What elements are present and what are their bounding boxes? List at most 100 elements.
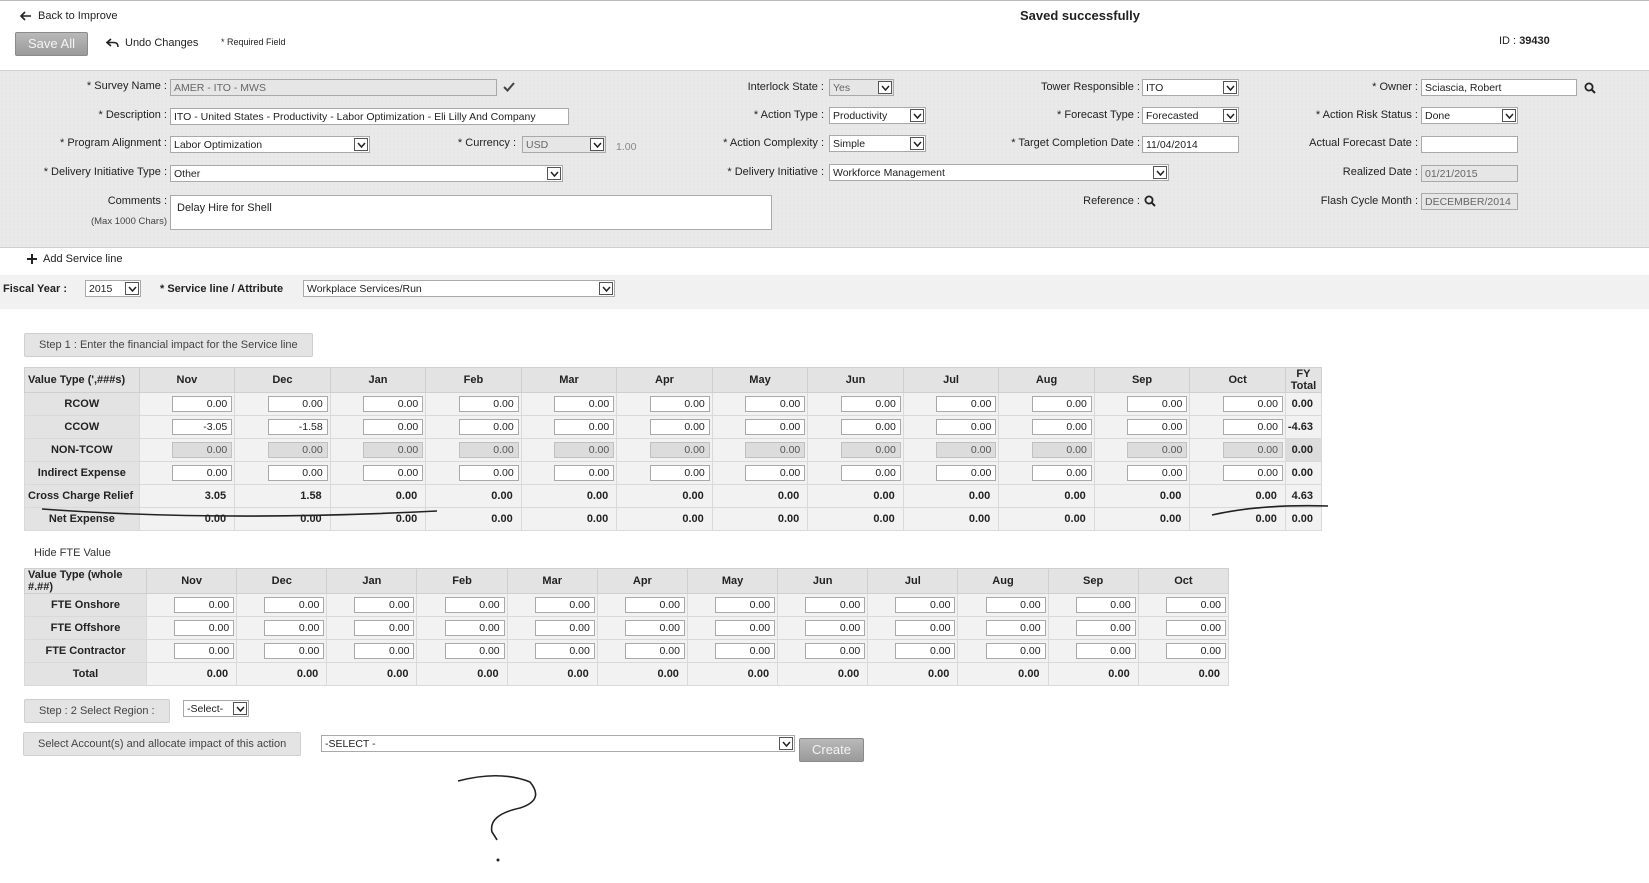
value-input[interactable]: 0.00 <box>458 419 519 435</box>
value-input[interactable]: 0.00 <box>1075 620 1136 636</box>
value-input[interactable]: -1.58 <box>267 419 328 435</box>
value-input[interactable]: 0.00 <box>534 597 595 613</box>
interlock-state-select[interactable]: Yes <box>829 79 894 96</box>
value-input[interactable]: 0.00 <box>1166 620 1226 636</box>
currency-select[interactable]: USD <box>522 136 606 153</box>
service-line-select[interactable]: Workplace Services/Run <box>303 280 615 297</box>
tower-responsible-select[interactable]: ITO <box>1142 79 1239 96</box>
undo-changes-link[interactable]: Undo Changes <box>106 37 198 49</box>
value-input[interactable]: 0.00 <box>554 465 615 481</box>
value-input[interactable]: 0.00 <box>267 396 328 412</box>
target-completion-field[interactable]: 11/04/2014 <box>1142 136 1239 153</box>
value-input[interactable]: 0.00 <box>895 597 956 613</box>
value-input[interactable]: 0.00 <box>264 643 325 659</box>
action-complexity-select[interactable]: Simple <box>829 135 926 152</box>
value-input[interactable]: 0.00 <box>444 620 505 636</box>
value-input[interactable]: 0.00 <box>895 620 956 636</box>
value-input[interactable]: 0.00 <box>1222 396 1283 412</box>
value-input[interactable]: 0.00 <box>805 597 866 613</box>
value-input[interactable]: 0.00 <box>1222 419 1283 435</box>
value-input[interactable]: 0.00 <box>354 643 415 659</box>
region-select[interactable]: -Select- <box>183 700 249 717</box>
value-input[interactable]: 0.00 <box>363 396 424 412</box>
value-input[interactable]: 0.00 <box>624 597 685 613</box>
value-input[interactable]: 0.00 <box>1127 419 1188 435</box>
value-input[interactable]: 0.00 <box>534 620 595 636</box>
hide-fte-link[interactable]: Hide FTE Value <box>34 547 111 559</box>
value-input[interactable]: 0.00 <box>624 643 685 659</box>
value-input[interactable]: 0.00 <box>174 643 235 659</box>
value-input[interactable]: 0.00 <box>172 465 233 481</box>
value-input[interactable]: 0.00 <box>895 643 956 659</box>
value-input[interactable]: 0.00 <box>554 419 615 435</box>
comments-textarea[interactable]: Delay Hire for Shell <box>170 195 772 230</box>
delivery-initiative-type-select[interactable]: Other <box>170 165 563 182</box>
value-input[interactable]: -3.05 <box>172 419 233 435</box>
value-input[interactable]: 0.00 <box>554 396 615 412</box>
value-input[interactable]: 0.00 <box>444 643 505 659</box>
create-button[interactable]: Create <box>799 738 864 762</box>
value-input[interactable]: 0.00 <box>936 465 997 481</box>
value-input[interactable]: 0.00 <box>267 465 328 481</box>
value-input[interactable]: 0.00 <box>363 465 424 481</box>
value-input[interactable]: 0.00 <box>174 597 235 613</box>
actual-forecast-field[interactable] <box>1421 136 1518 153</box>
value-input[interactable]: 0.00 <box>1127 396 1188 412</box>
value-input[interactable]: 0.00 <box>534 643 595 659</box>
value-input[interactable]: 0.00 <box>264 597 325 613</box>
value-input[interactable]: 0.00 <box>840 465 901 481</box>
value-input[interactable]: 0.00 <box>1127 465 1188 481</box>
value-input[interactable]: 0.00 <box>1166 597 1226 613</box>
value-input[interactable]: 0.00 <box>1222 465 1283 481</box>
survey-name-field[interactable]: AMER - ITO - MWS <box>170 79 497 96</box>
search-icon[interactable] <box>1144 195 1156 207</box>
value-input[interactable]: 0.00 <box>354 620 415 636</box>
add-service-line-link[interactable]: Add Service line <box>27 253 123 265</box>
value-input[interactable]: 0.00 <box>1075 597 1136 613</box>
value-input[interactable]: 0.00 <box>649 419 710 435</box>
value-input[interactable]: 0.00 <box>1075 643 1136 659</box>
value-input[interactable]: 0.00 <box>985 620 1046 636</box>
value-input[interactable]: 0.00 <box>715 620 776 636</box>
search-icon[interactable] <box>1584 82 1596 94</box>
value-input[interactable]: 0.00 <box>172 396 233 412</box>
value-input[interactable]: 0.00 <box>649 396 710 412</box>
value-input[interactable]: 0.00 <box>444 597 505 613</box>
value-input[interactable]: 0.00 <box>1031 465 1092 481</box>
owner-field[interactable]: Sciascia, Robert <box>1421 79 1577 96</box>
value-input[interactable]: 0.00 <box>174 620 235 636</box>
back-link[interactable]: Back to Improve <box>20 10 117 22</box>
value-input[interactable]: 0.00 <box>840 396 901 412</box>
delivery-initiative-select[interactable]: Workforce Management <box>829 164 1169 181</box>
value-input[interactable]: 0.00 <box>264 620 325 636</box>
value-input[interactable]: 0.00 <box>1166 643 1226 659</box>
value-input[interactable]: 0.00 <box>745 465 806 481</box>
forecast-type-select[interactable]: Forecasted <box>1142 107 1239 124</box>
save-all-button[interactable]: Save All <box>15 32 88 56</box>
description-field[interactable]: ITO - United States - Productivity - Lab… <box>170 108 569 125</box>
value-input[interactable]: 0.00 <box>1031 419 1092 435</box>
value-input[interactable]: 0.00 <box>363 419 424 435</box>
value-input[interactable]: 0.00 <box>649 465 710 481</box>
accounts-select[interactable]: -SELECT - <box>321 735 795 752</box>
value-input[interactable]: 0.00 <box>936 419 997 435</box>
value-input[interactable]: 0.00 <box>458 396 519 412</box>
value-input[interactable]: 0.00 <box>354 597 415 613</box>
value-input[interactable]: 0.00 <box>985 643 1046 659</box>
value-input[interactable]: 0.00 <box>936 396 997 412</box>
value-input[interactable]: 0.00 <box>805 620 866 636</box>
value-input[interactable]: 0.00 <box>715 597 776 613</box>
value-input[interactable]: 0.00 <box>458 465 519 481</box>
value-input[interactable]: 0.00 <box>745 396 806 412</box>
value-input[interactable]: 0.00 <box>715 643 776 659</box>
value-input[interactable]: 0.00 <box>985 597 1046 613</box>
value-input[interactable]: 0.00 <box>624 620 685 636</box>
action-type-select[interactable]: Productivity <box>829 107 926 124</box>
value-input[interactable]: 0.00 <box>805 643 866 659</box>
program-alignment-select[interactable]: Labor Optimization <box>170 136 370 153</box>
value-input[interactable]: 0.00 <box>840 419 901 435</box>
action-risk-select[interactable]: Done <box>1421 107 1518 124</box>
fiscal-year-select[interactable]: 2015 <box>85 280 141 297</box>
value-input[interactable]: 0.00 <box>745 419 806 435</box>
value-input[interactable]: 0.00 <box>1031 396 1092 412</box>
